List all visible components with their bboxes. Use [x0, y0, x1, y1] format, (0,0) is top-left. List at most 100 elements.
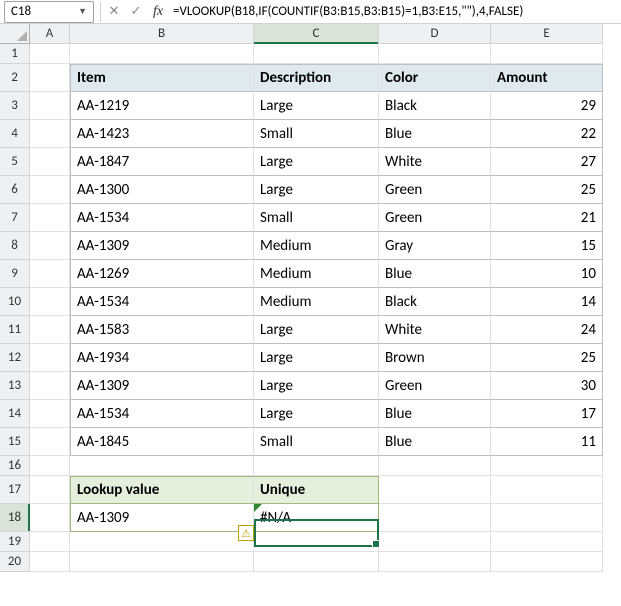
cell-D18[interactable] — [379, 504, 491, 532]
cell-D19[interactable] — [379, 532, 491, 552]
col-header-E[interactable]: E — [491, 24, 603, 44]
cell-A8[interactable] — [30, 232, 70, 260]
col-header-A[interactable]: A — [30, 24, 70, 44]
table-cell[interactable]: AA-1934 — [70, 344, 254, 372]
cell-E20[interactable] — [491, 552, 603, 572]
cell-E17[interactable] — [491, 476, 603, 504]
table-header-color[interactable]: Color — [379, 64, 491, 92]
table-cell[interactable]: Large — [254, 148, 379, 176]
table-cell[interactable]: Black — [379, 92, 491, 120]
table-cell[interactable]: Large — [254, 316, 379, 344]
table-cell[interactable]: 29 — [491, 92, 603, 120]
table-cell[interactable]: AA-1845 — [70, 428, 254, 456]
row-header-11[interactable]: 11 — [0, 316, 30, 344]
formula-input[interactable]: =VLOOKUP(B18,IF(COUNTIF(B3:B15,B3:B15)=1… — [169, 1, 621, 23]
cell-C20[interactable] — [254, 552, 379, 572]
table-cell[interactable]: AA-1219 — [70, 92, 254, 120]
cell-C19[interactable] — [254, 532, 379, 552]
cell-A13[interactable] — [30, 372, 70, 400]
fx-icon[interactable]: fx — [147, 1, 169, 23]
table-cell[interactable]: 11 — [491, 428, 603, 456]
row-header-18[interactable]: 18 — [0, 504, 30, 532]
cell-A3[interactable] — [30, 92, 70, 120]
table-cell[interactable]: 21 — [491, 204, 603, 232]
cell-A4[interactable] — [30, 120, 70, 148]
table-cell[interactable]: Medium — [254, 260, 379, 288]
cell-A14[interactable] — [30, 400, 70, 428]
row-header-17[interactable]: 17 — [0, 476, 30, 504]
row-header-3[interactable]: 3 — [0, 92, 30, 120]
cell-B19[interactable] — [70, 532, 254, 552]
row-header-16[interactable]: 16 — [0, 456, 30, 476]
table-cell[interactable]: Black — [379, 288, 491, 316]
cell-A9[interactable] — [30, 260, 70, 288]
cell-A18[interactable] — [30, 504, 70, 532]
cell-D20[interactable] — [379, 552, 491, 572]
table-cell[interactable]: AA-1534 — [70, 288, 254, 316]
cell-C16[interactable] — [254, 456, 379, 476]
table-cell[interactable]: AA-1534 — [70, 204, 254, 232]
lookup-header[interactable]: Unique — [254, 476, 379, 504]
cell-E1[interactable] — [491, 44, 603, 64]
table-cell[interactable]: Medium — [254, 288, 379, 316]
table-cell[interactable]: Blue — [379, 400, 491, 428]
cell-B1[interactable] — [70, 44, 254, 64]
cancel-icon[interactable]: ✕ — [103, 1, 125, 23]
row-header-13[interactable]: 13 — [0, 372, 30, 400]
warning-icon[interactable]: ⚠ — [238, 525, 254, 541]
cell-D1[interactable] — [379, 44, 491, 64]
cell-E18[interactable] — [491, 504, 603, 532]
cell-C1[interactable] — [254, 44, 379, 64]
table-cell[interactable]: AA-1309 — [70, 232, 254, 260]
row-header-19[interactable]: 19 — [0, 532, 30, 552]
table-cell[interactable]: Gray — [379, 232, 491, 260]
cell-A20[interactable] — [30, 552, 70, 572]
cell-A10[interactable] — [30, 288, 70, 316]
col-header-D[interactable]: D — [379, 24, 491, 44]
spreadsheet-grid[interactable]: ABCDE 12 ItemDescriptionColorAmount 3 AA-121… — [0, 24, 621, 572]
table-cell[interactable]: 25 — [491, 176, 603, 204]
row-header-9[interactable]: 9 — [0, 260, 30, 288]
table-cell[interactable]: 17 — [491, 400, 603, 428]
row-header-6[interactable]: 6 — [0, 176, 30, 204]
cell-E19[interactable] — [491, 532, 603, 552]
table-cell[interactable]: 24 — [491, 316, 603, 344]
table-cell[interactable]: Medium — [254, 232, 379, 260]
table-cell[interactable]: 15 — [491, 232, 603, 260]
cell-D17[interactable] — [379, 476, 491, 504]
col-header-C[interactable]: C — [254, 24, 379, 44]
row-header-14[interactable]: 14 — [0, 400, 30, 428]
row-header-20[interactable]: 20 — [0, 552, 30, 572]
cell-A15[interactable] — [30, 428, 70, 456]
table-cell[interactable]: 30 — [491, 372, 603, 400]
cell-A11[interactable] — [30, 316, 70, 344]
table-cell[interactable]: White — [379, 148, 491, 176]
row-header-12[interactable]: 12 — [0, 344, 30, 372]
table-header-item[interactable]: Item — [70, 64, 254, 92]
cell-D16[interactable] — [379, 456, 491, 476]
name-box[interactable]: C18 ▼ — [4, 1, 94, 23]
row-header-10[interactable]: 10 — [0, 288, 30, 316]
table-header-description[interactable]: Description — [254, 64, 379, 92]
table-cell[interactable]: Large — [254, 92, 379, 120]
table-cell[interactable]: Blue — [379, 120, 491, 148]
cell-A17[interactable] — [30, 476, 70, 504]
table-cell[interactable]: Blue — [379, 260, 491, 288]
table-header-amount[interactable]: Amount — [491, 64, 603, 92]
table-cell[interactable]: Large — [254, 400, 379, 428]
cell-A19[interactable] — [30, 532, 70, 552]
table-cell[interactable]: Large — [254, 176, 379, 204]
table-cell[interactable]: 25 — [491, 344, 603, 372]
cell-A6[interactable] — [30, 176, 70, 204]
table-cell[interactable]: AA-1309 — [70, 372, 254, 400]
col-header-B[interactable]: B — [70, 24, 254, 44]
enter-icon[interactable]: ✓ — [125, 1, 147, 23]
table-cell[interactable]: 10 — [491, 260, 603, 288]
cell-B20[interactable] — [70, 552, 254, 572]
table-cell[interactable]: AA-1423 — [70, 120, 254, 148]
cell-A12[interactable] — [30, 344, 70, 372]
table-cell[interactable]: Large — [254, 344, 379, 372]
table-cell[interactable]: Green — [379, 372, 491, 400]
lookup-value[interactable]: AA-1309 — [70, 504, 254, 532]
cell-B16[interactable] — [70, 456, 254, 476]
